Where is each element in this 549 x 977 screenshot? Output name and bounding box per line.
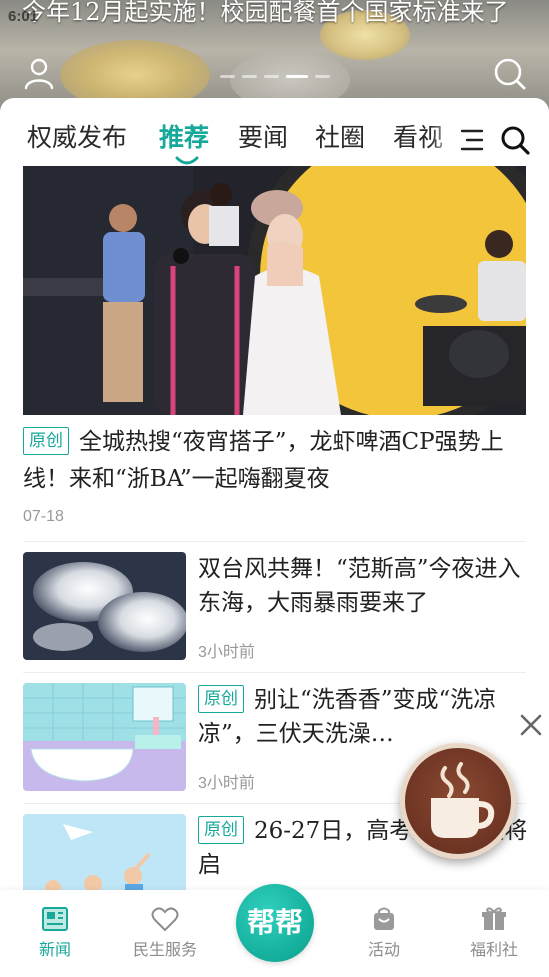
carousel-dot-active[interactable] — [286, 75, 308, 78]
feature-headline[interactable]: 原创 全城热搜“夜宵搭子”，龙虾啤酒CP强势上线！来和“浙BA”一起嗨翻夏夜 — [23, 424, 526, 498]
article-time: 3小时前 — [198, 775, 255, 792]
tab-news[interactable]: 要闻 — [238, 120, 288, 156]
feature-date: 07-18 — [23, 508, 64, 525]
article-title[interactable]: 双台风共舞！“范斯高”今夜进入东海，大雨暴雨要来了 — [198, 552, 528, 620]
concert-photo — [23, 166, 526, 415]
floating-coffee-widget[interactable] — [400, 743, 516, 859]
gift-icon — [482, 907, 506, 930]
nav-label: 福利社 — [469, 942, 518, 959]
close-icon[interactable] — [517, 711, 545, 739]
heart-icon — [151, 907, 179, 932]
article-thumbnail — [23, 552, 186, 660]
nav-welfare[interactable]: 福利社 — [444, 904, 544, 960]
search-icon[interactable] — [500, 125, 530, 155]
article-title[interactable]: 原创 别让“洗香香”变成“洗凉凉”，三伏天洗澡… — [198, 683, 528, 751]
original-badge: 原创 — [198, 685, 244, 713]
active-tab-indicator — [175, 156, 199, 165]
article-thumbnail — [23, 683, 186, 791]
menu-icon[interactable] — [459, 128, 485, 152]
tab-community[interactable]: 社圈 — [315, 120, 365, 156]
coffee-cup-icon — [431, 762, 495, 838]
nav-label: 新闻 — [38, 942, 71, 959]
search-icon[interactable] — [493, 57, 527, 91]
hero-title[interactable]: 今年12月起实施！校园配餐首个国家标准来了 — [22, 0, 542, 30]
nav-livelihood[interactable]: 民生服务 — [115, 904, 215, 960]
divider — [23, 541, 526, 542]
list-item[interactable]: 双台风共舞！“范斯高”今夜进入东海，大雨暴雨要来了 3小时前 — [23, 552, 526, 662]
tab-fade — [430, 116, 460, 160]
newspaper-icon — [42, 907, 68, 931]
bottom-nav: 新闻 民生服务 帮帮 活动 福利社 — [0, 884, 549, 977]
tab-authority[interactable]: 权威发布 — [27, 120, 127, 156]
carousel-dot[interactable] — [315, 75, 330, 78]
status-bar-time: 6:01 — [8, 8, 39, 25]
divider — [23, 672, 526, 673]
nav-news[interactable]: 新闻 — [5, 904, 105, 960]
original-badge: 原创 — [198, 816, 244, 844]
bangbang-button[interactable]: 帮帮 — [236, 884, 314, 962]
article-time: 3小时前 — [198, 644, 255, 661]
nav-label: 民生服务 — [132, 942, 197, 959]
original-badge: 原创 — [23, 427, 69, 455]
feature-title-text[interactable]: 全城热搜“夜宵搭子”，龙虾啤酒CP强势上线！来和“浙BA”一起嗨翻夏夜 — [23, 429, 504, 492]
channel-tabs: 权威发布 推荐 要闻 社圈 看视 — [0, 98, 549, 168]
carousel-dots — [220, 75, 330, 78]
nav-activity[interactable]: 活动 — [334, 904, 434, 960]
shopping-bag-icon — [374, 907, 394, 930]
carousel-dot[interactable] — [242, 75, 257, 78]
hero-banner[interactable]: 今年12月起实施！校园配餐首个国家标准来了 6:01 — [0, 0, 549, 112]
nav-label: 活动 — [367, 942, 400, 959]
tab-recommend[interactable]: 推荐 — [159, 120, 209, 156]
user-icon[interactable] — [22, 56, 56, 90]
carousel-dot[interactable] — [264, 75, 279, 78]
feature-image[interactable] — [23, 166, 526, 415]
carousel-dot[interactable] — [220, 75, 235, 78]
